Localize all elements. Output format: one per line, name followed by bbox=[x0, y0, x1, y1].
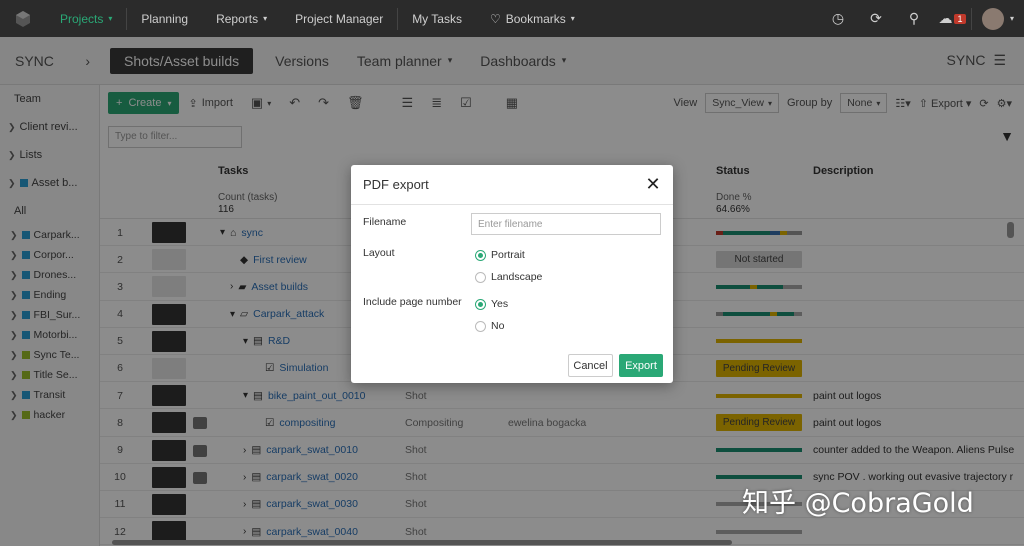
pdf-export-dialog: PDF export ✕ Filename Enter filename Lay… bbox=[351, 165, 673, 383]
nav-item-projects[interactable]: Projects ▾ bbox=[46, 0, 126, 37]
filename-input[interactable]: Enter filename bbox=[471, 213, 661, 235]
radio-label: No bbox=[491, 320, 505, 332]
radio-unselected-icon bbox=[475, 271, 486, 283]
radio-label: Landscape bbox=[491, 271, 543, 283]
filename-label: Filename bbox=[363, 216, 407, 228]
radio-label: Yes bbox=[491, 298, 509, 310]
chevron-down-icon: ▾ bbox=[263, 14, 268, 23]
export-button[interactable]: Export bbox=[619, 354, 663, 377]
nav-item-label: My Tasks bbox=[412, 11, 462, 26]
app-logo-icon[interactable] bbox=[0, 0, 46, 37]
heart-icon: ♡ bbox=[489, 11, 501, 26]
cancel-button[interactable]: Cancel bbox=[568, 354, 613, 377]
clock-icon[interactable]: ◷ bbox=[819, 10, 857, 27]
no-radio[interactable]: No bbox=[475, 320, 504, 332]
watermark: 知乎 @CobraGold bbox=[742, 488, 974, 519]
user-menu[interactable]: ▾ bbox=[972, 7, 1024, 30]
portrait-radio[interactable]: Portrait bbox=[475, 249, 525, 261]
nav-item-project-manager[interactable]: Project Manager bbox=[281, 0, 397, 37]
radio-label: Portrait bbox=[491, 249, 525, 261]
sync-icon[interactable]: ⟳ bbox=[857, 10, 895, 27]
nav-item-planning[interactable]: Planning bbox=[127, 0, 202, 37]
nav-item-label: Reports bbox=[216, 11, 259, 26]
nav-item-reports[interactable]: Reports ▾ bbox=[202, 0, 281, 37]
radio-unselected-icon bbox=[475, 320, 486, 332]
dialog-title: PDF export bbox=[363, 177, 429, 192]
chevron-down-icon: ▾ bbox=[108, 14, 113, 23]
top-nav: Projects ▾ Planning Reports ▾ Project Manager… bbox=[0, 0, 1024, 37]
nav-item-bookmarks[interactable]: ♡ Bookmarks ▾ bbox=[476, 0, 589, 37]
nav-item-label: Planning bbox=[141, 11, 189, 26]
search-icon[interactable]: ⚲ bbox=[895, 10, 933, 27]
nav-item-label: Projects bbox=[60, 11, 104, 26]
radio-selected-icon bbox=[475, 249, 486, 261]
nav-item-my-tasks[interactable]: My Tasks bbox=[398, 0, 476, 37]
layout-label: Layout bbox=[363, 247, 395, 259]
inbox-icon[interactable]: ☁ 1 bbox=[933, 10, 971, 27]
yes-radio[interactable]: Yes bbox=[475, 298, 508, 310]
avatar bbox=[981, 7, 1004, 30]
nav-item-label: Project Manager bbox=[295, 11, 384, 26]
close-icon[interactable]: ✕ bbox=[645, 174, 661, 195]
notification-badge: 1 bbox=[954, 13, 966, 24]
chevron-down-icon: ▾ bbox=[570, 14, 575, 23]
page-number-label: Include page number bbox=[363, 296, 462, 308]
nav-item-label: Bookmarks bbox=[505, 11, 566, 26]
landscape-radio[interactable]: Landscape bbox=[475, 271, 542, 283]
radio-selected-icon bbox=[475, 298, 486, 310]
